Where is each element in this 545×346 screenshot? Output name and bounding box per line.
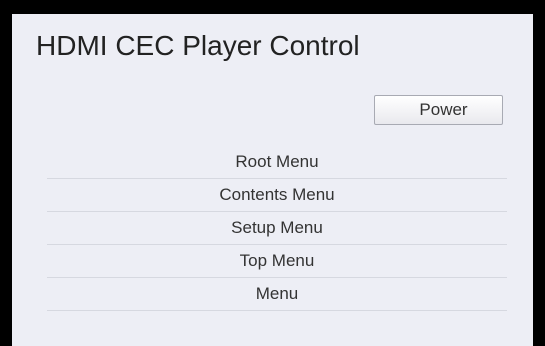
page-title: HDMI CEC Player Control: [36, 30, 360, 61]
menu-item-contents-menu[interactable]: Contents Menu: [47, 179, 507, 212]
menu-item-top-menu[interactable]: Top Menu: [47, 245, 507, 278]
menu-item-root-menu[interactable]: Root Menu: [47, 146, 507, 179]
menu-item-menu[interactable]: Menu: [47, 278, 507, 311]
menu-list: Root Menu Contents Menu Setup Menu Top M…: [47, 146, 507, 311]
menu-item-setup-menu[interactable]: Setup Menu: [47, 212, 507, 245]
power-button[interactable]: Power: [374, 95, 503, 125]
player-control-panel: HDMI CEC Player Control Power Root Menu …: [12, 14, 533, 346]
